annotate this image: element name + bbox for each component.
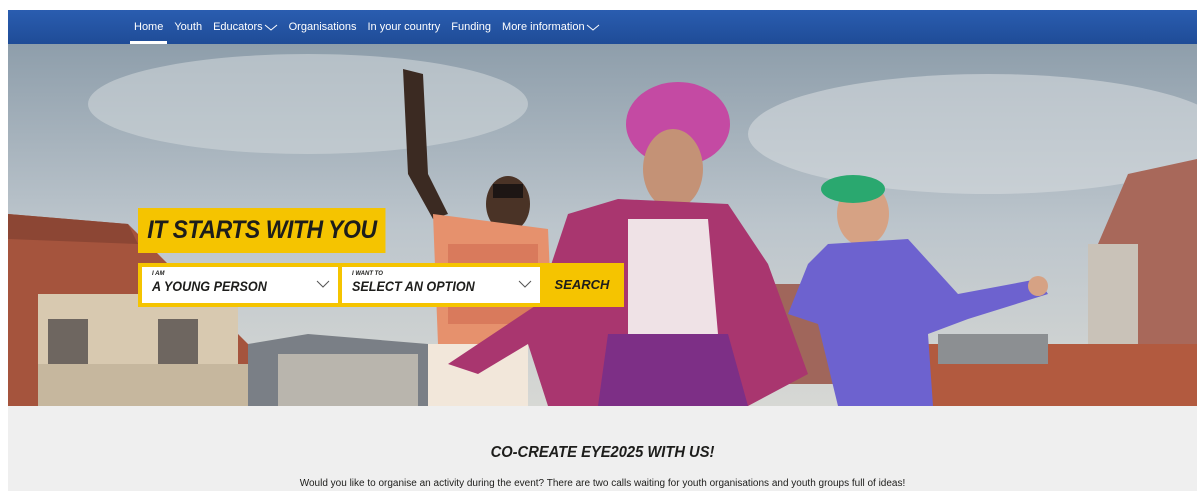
- who-select-label: I AM: [152, 271, 165, 277]
- top-navigation: Home Youth Educators Organisations In yo…: [8, 10, 1197, 44]
- nav-item-in-your-country[interactable]: In your country: [364, 10, 445, 44]
- hero-title: IT STARTS WITH YOU: [138, 208, 386, 253]
- nav-menu: Home Youth Educators Organisations In yo…: [130, 10, 607, 44]
- chevron-down-icon: [316, 280, 330, 288]
- nav-item-label: In your country: [367, 21, 441, 33]
- nav-item-home[interactable]: Home: [130, 10, 168, 44]
- cta-text: Would you like to organise an activity d…: [299, 478, 906, 489]
- who-select[interactable]: I AM A YOUNG PERSON: [142, 267, 338, 303]
- hero-banner: IT STARTS WITH YOU I AM A YOUNG PERSON I…: [8, 44, 1197, 406]
- nav-item-label: Home: [134, 21, 164, 33]
- want-select-label: I WANT TO: [352, 271, 383, 277]
- search-button[interactable]: SEARCH: [544, 267, 620, 303]
- nav-item-label: Youth: [174, 21, 203, 33]
- search-bar: I AM A YOUNG PERSON I WANT TO SELECT AN …: [138, 263, 624, 307]
- want-select-value: SELECT AN OPTION: [352, 278, 475, 294]
- nav-item-youth[interactable]: Youth: [170, 10, 206, 44]
- nav-item-label: Organisations: [288, 21, 357, 33]
- nav-item-label: More information: [502, 21, 585, 33]
- nav-item-educators[interactable]: Educators: [209, 10, 282, 44]
- chevron-down-icon: [518, 280, 532, 288]
- nav-item-label: Educators: [213, 21, 263, 33]
- chevron-down-icon: [264, 24, 277, 31]
- who-select-value: A YOUNG PERSON: [152, 278, 267, 294]
- cta-title: CO-CREATE EYE2025 WITH US!: [490, 444, 715, 461]
- want-select[interactable]: I WANT TO SELECT AN OPTION: [342, 267, 540, 303]
- nav-item-label: Funding: [451, 21, 492, 33]
- chevron-down-icon: [586, 24, 599, 31]
- nav-item-more-information[interactable]: More information: [498, 10, 604, 44]
- cta-section: CO-CREATE EYE2025 WITH US! Would you lik…: [8, 406, 1197, 491]
- nav-item-funding[interactable]: Funding: [447, 10, 495, 44]
- nav-item-organisations[interactable]: Organisations: [285, 10, 361, 44]
